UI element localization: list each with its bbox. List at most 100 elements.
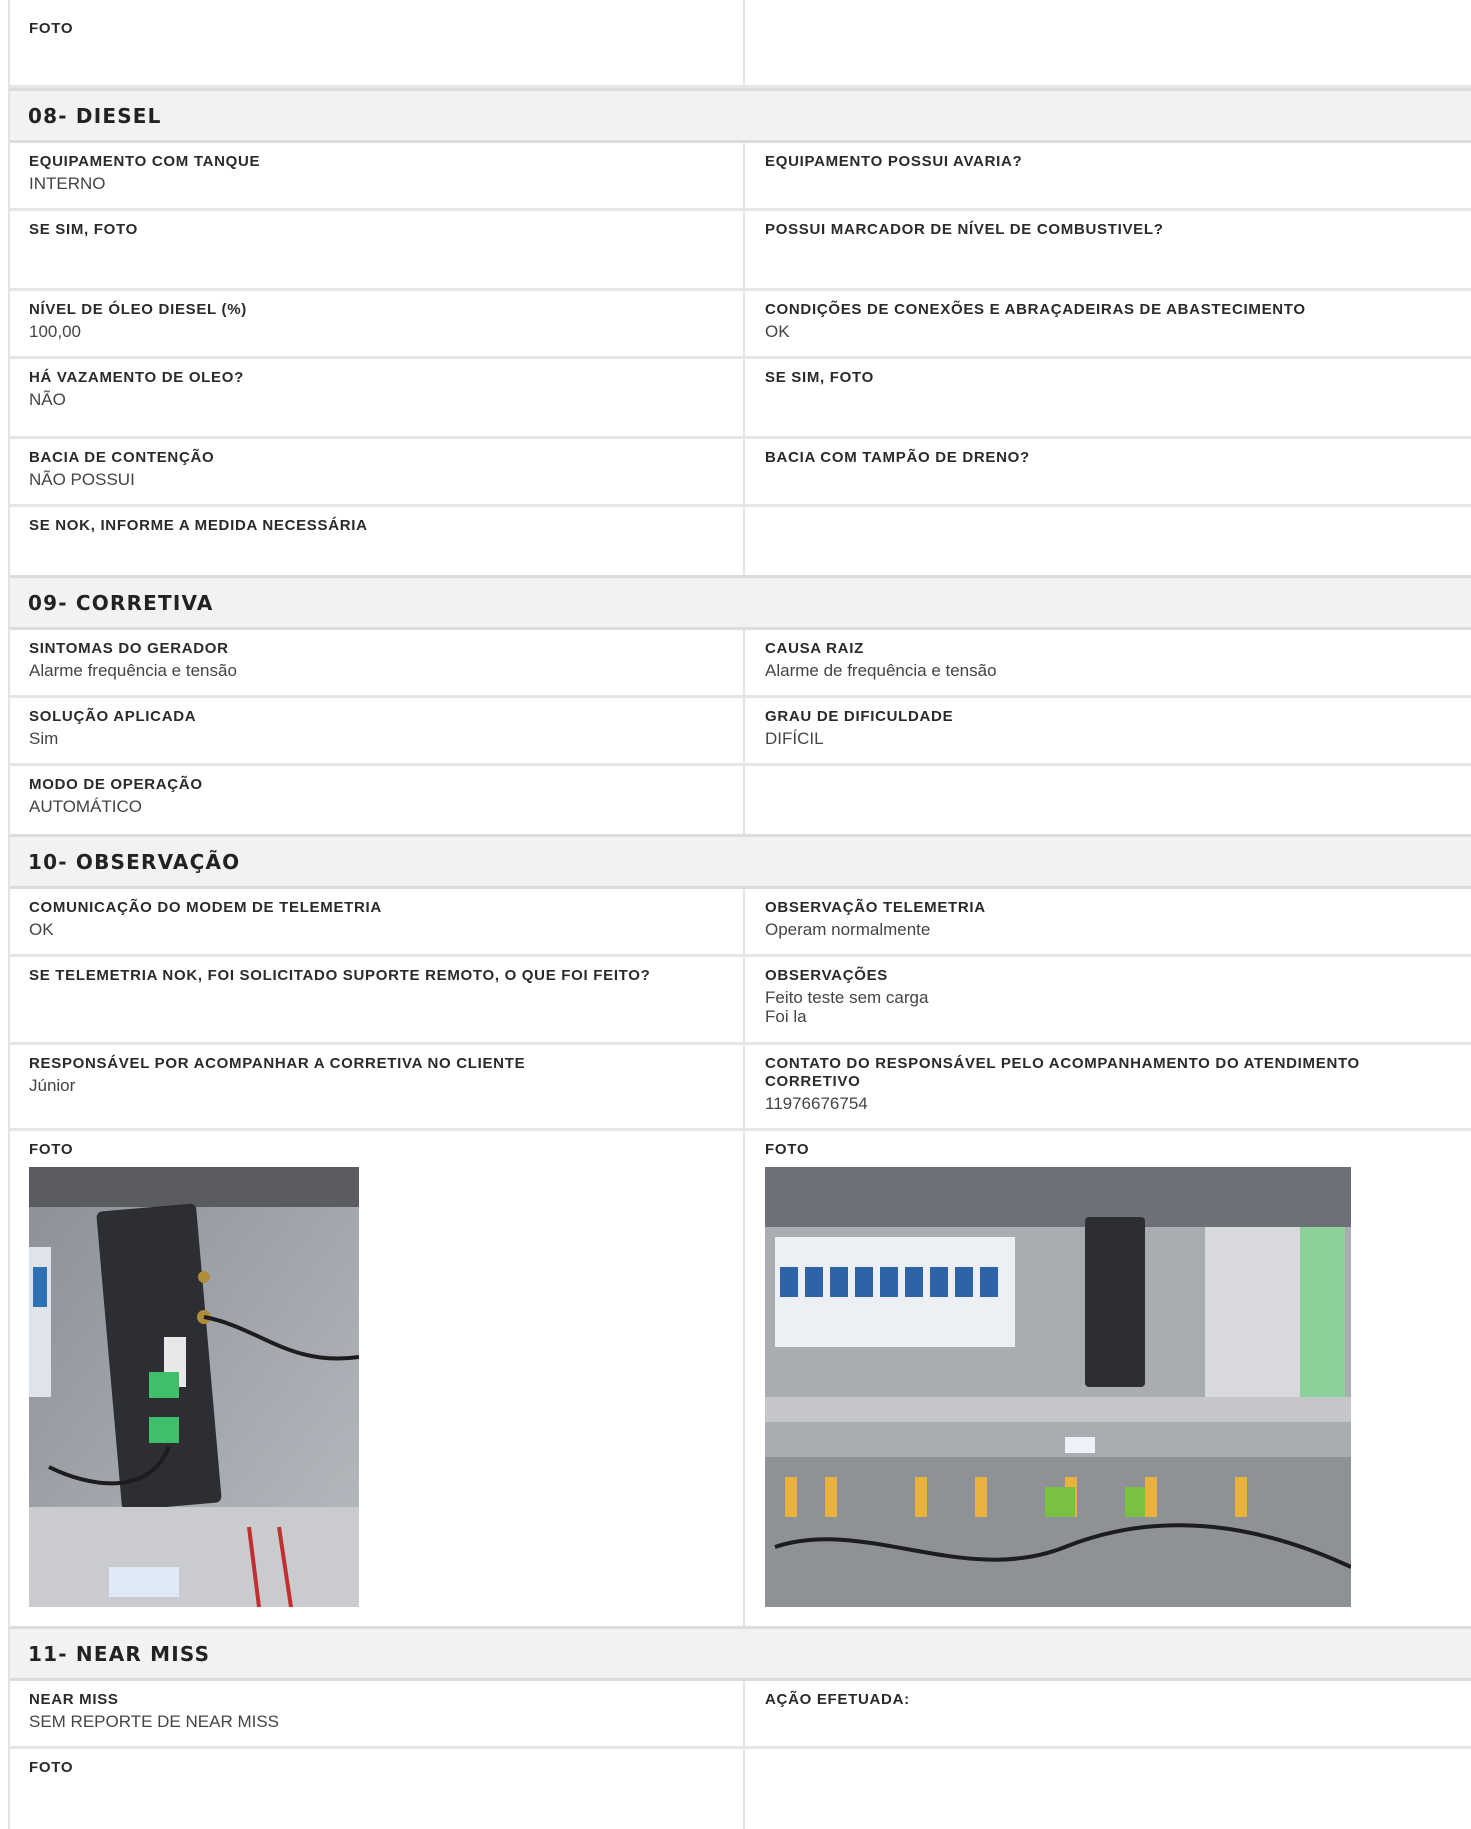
cell-obs-telemetria: OBSERVAÇÃO TELEMETRIA Operam normalmente (745, 889, 1471, 954)
field-label: RESPONSÁVEL POR ACOMPANHAR A CORRETIVA N… (29, 1055, 526, 1072)
field-label: EQUIPAMENTO POSSUI AVARIA? (765, 153, 1023, 170)
field-label: SINTOMAS DO GERADOR (29, 640, 229, 657)
cell-near-foto: FOTO (10, 1749, 745, 1829)
field-label: GRAU DE DIFICULDADE (765, 708, 954, 725)
row-tanque: EQUIPAMENTO COM TANQUE INTERNO EQUIPAMEN… (10, 143, 1471, 211)
row-bacia: BACIA DE CONTENÇÃO NÃO POSSUI BACIA COM … (10, 439, 1471, 507)
field-label: SE SIM, FOTO (765, 369, 874, 386)
field-value: 100,00 (29, 322, 81, 341)
cell-conexoes: CONDIÇÕES DE CONEXÕES E ABRAÇADEIRAS DE … (745, 291, 1471, 356)
field-label: SE NOK, INFORME A MEDIDA NECESSÁRIA (29, 517, 368, 534)
row-sintomas: SINTOMAS DO GERADOR Alarme frequência e … (10, 630, 1471, 698)
field-label: BACIA DE CONTENÇÃO (29, 449, 215, 466)
cell-foto-top: FOTO (10, 0, 745, 85)
field-value: INTERNO (29, 174, 106, 193)
section-header-corretiva: 09- CORRETIVA (10, 575, 1471, 630)
cell-causa: CAUSA RAIZ Alarme de frequência e tensão (745, 630, 1471, 695)
cell-solucao: SOLUÇÃO APLICADA Sim (10, 698, 745, 763)
cell-tampao: BACIA COM TAMPÃO DE DRENO? (745, 439, 1471, 504)
cell-grau: GRAU DE DIFICULDADE DIFÍCIL (745, 698, 1471, 763)
field-value: 11976676754 (765, 1094, 868, 1113)
breakers (775, 1237, 1015, 1347)
cell-suporte: SE TELEMETRIA NOK, FOI SOLICITADO SUPORT… (10, 957, 745, 1042)
field-label: MODO DE OPERAÇÃO (29, 776, 203, 793)
field-value: Júnior (29, 1076, 76, 1095)
cell-foto-left: FOTO (10, 1131, 745, 1626)
cell-bacia: BACIA DE CONTENÇÃO NÃO POSSUI (10, 439, 745, 504)
cell-empty (745, 1749, 1471, 1829)
cell-marcador: POSSUI MARCADOR DE NÍVEL DE COMBUSTIVEL? (745, 211, 1471, 288)
field-label: FOTO (765, 1141, 810, 1158)
cell-acao: AÇÃO EFETUADA: (745, 1681, 1471, 1746)
cell-empty (745, 507, 1471, 575)
cell-observacoes: OBSERVAÇÕES Feito teste sem carga Foi la (745, 957, 1471, 1042)
section-header-diesel: 08- DIESEL (10, 88, 1471, 143)
section-title: 09- CORRETIVA (28, 590, 214, 615)
obs-line: Feito teste sem carga (765, 988, 929, 1007)
section-title: 08- DIESEL (28, 103, 162, 128)
row-suporte: SE TELEMETRIA NOK, FOI SOLICITADO SUPORT… (10, 957, 1471, 1045)
cell-contato: CONTATO DO RESPONSÁVEL PELO ACOMPANHAMEN… (745, 1045, 1471, 1128)
field-value: NÃO (29, 390, 66, 409)
cell-vazamento: HÁ VAZAMENTO DE OLEO? NÃO (10, 359, 745, 436)
cell-avaria: EQUIPAMENTO POSSUI AVARIA? (745, 143, 1471, 208)
row-modem: COMUNICAÇÃO DO MODEM DE TELEMETRIA OK OB… (10, 889, 1471, 957)
cell-near-miss: NEAR MISS SEM REPORTE DE NEAR MISS (10, 1681, 745, 1746)
field-value: Alarme de frequência e tensão (765, 661, 997, 680)
field-label: OBSERVAÇÃO TELEMETRIA (765, 899, 986, 916)
field-label: NÍVEL DE ÓLEO DIESEL (%) (29, 301, 247, 318)
row-near-foto: FOTO (10, 1749, 1471, 1829)
field-label: OBSERVAÇÕES (765, 967, 889, 984)
report-page: FOTO 08- DIESEL EQUIPAMENTO COM TANQUE I… (8, 0, 1471, 1829)
field-label: BACIA COM TAMPÃO DE DRENO? (765, 449, 1030, 466)
field-label: CAUSA RAIZ (765, 640, 864, 657)
section-title: 11- NEAR MISS (28, 1641, 211, 1666)
row-vazamento: HÁ VAZAMENTO DE OLEO? NÃO SE SIM, FOTO (10, 359, 1471, 439)
row-responsavel: RESPONSÁVEL POR ACOMPANHAR A CORRETIVA N… (10, 1045, 1471, 1131)
cell-empty (745, 766, 1471, 834)
field-value: OK (765, 322, 790, 341)
field-label: HÁ VAZAMENTO DE OLEO? (29, 369, 244, 386)
field-label: SE SIM, FOTO (29, 221, 138, 238)
section-title: 10- OBSERVAÇÃO (28, 849, 241, 874)
field-value: AUTOMÁTICO (29, 797, 143, 816)
field-value: Feito teste sem carga Foi la (765, 988, 1453, 1026)
row-foto-marcador: SE SIM, FOTO POSSUI MARCADOR DE NÍVEL DE… (10, 211, 1471, 291)
cell-modem: COMUNICAÇÃO DO MODEM DE TELEMETRIA OK (10, 889, 745, 954)
cell-se-sim-foto: SE SIM, FOTO (10, 211, 745, 288)
row-near-miss: NEAR MISS SEM REPORTE DE NEAR MISS AÇÃO … (10, 1681, 1471, 1749)
row-nivel: NÍVEL DE ÓLEO DIESEL (%) 100,00 CONDIÇÕE… (10, 291, 1471, 359)
photo-panel[interactable] (765, 1167, 1351, 1607)
cell-equip-tanque: EQUIPAMENTO COM TANQUE INTERNO (10, 143, 745, 208)
row-solucao: SOLUÇÃO APLICADA Sim GRAU DE DIFICULDADE… (10, 698, 1471, 766)
row-modo: MODO DE OPERAÇÃO AUTOMÁTICO (10, 766, 1471, 834)
cell-empty (745, 0, 1471, 85)
field-value: NÃO POSSUI (29, 470, 135, 489)
field-label: EQUIPAMENTO COM TANQUE (29, 153, 261, 170)
field-label: FOTO (29, 20, 74, 37)
field-label-line: CONTATO DO RESPONSÁVEL PELO ACOMPANHAMEN… (765, 1055, 1360, 1072)
field-value: Operam normalmente (765, 920, 931, 939)
field-value: Sim (29, 729, 59, 748)
cell-foto-right: FOTO (745, 1131, 1471, 1626)
field-value: OK (29, 920, 54, 939)
field-label: SOLUÇÃO APLICADA (29, 708, 197, 725)
field-label: POSSUI MARCADOR DE NÍVEL DE COMBUSTIVEL? (765, 221, 1164, 238)
cell-sintomas: SINTOMAS DO GERADOR Alarme frequência e … (10, 630, 745, 695)
cell-nivel: NÍVEL DE ÓLEO DIESEL (%) 100,00 (10, 291, 745, 356)
cell-se-nok: SE NOK, INFORME A MEDIDA NECESSÁRIA (10, 507, 745, 575)
cell-responsavel: RESPONSÁVEL POR ACOMPANHAR A CORRETIVA N… (10, 1045, 745, 1128)
field-label: CONTATO DO RESPONSÁVEL PELO ACOMPANHAMEN… (765, 1055, 1453, 1091)
field-label: NEAR MISS (29, 1691, 119, 1708)
section-header-near-miss: 11- NEAR MISS (10, 1626, 1471, 1681)
field-value: Alarme frequência e tensão (29, 661, 237, 680)
field-label: CONDIÇÕES DE CONEXÕES E ABRAÇADEIRAS DE … (765, 301, 1306, 318)
obs-line: Foi la (765, 1007, 807, 1026)
photo-modem[interactable] (29, 1167, 359, 1607)
field-label: SE TELEMETRIA NOK, FOI SOLICITADO SUPORT… (29, 967, 651, 984)
field-label: FOTO (29, 1141, 74, 1158)
section-header-observacao: 10- OBSERVAÇÃO (10, 834, 1471, 889)
field-label-line: CORRETIVO (765, 1073, 861, 1090)
field-value: DIFÍCIL (765, 729, 824, 748)
field-label: COMUNICAÇÃO DO MODEM DE TELEMETRIA (29, 899, 382, 916)
